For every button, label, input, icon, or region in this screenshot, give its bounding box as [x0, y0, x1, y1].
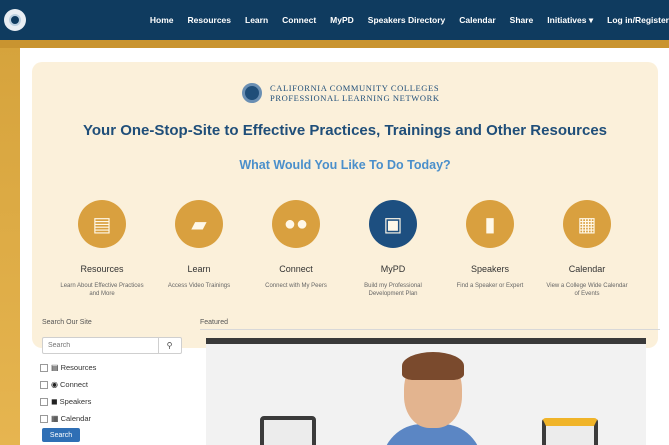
tile-label: MyPD	[380, 264, 406, 274]
tile-connect[interactable]: ●● Connect Connect with My Peers	[246, 200, 346, 290]
tile-label: Connect	[279, 264, 313, 274]
tile-label: Calendar	[568, 264, 606, 274]
nav-initiatives-dropdown[interactable]: Initiatives ▾	[547, 15, 593, 26]
filter-calendar[interactable]: ▦ Calendar	[40, 410, 180, 427]
main-nav: Home Resources Learn Connect MyPD Speake…	[150, 0, 669, 40]
hero-headline: Your One-Stop-Site to Effective Practice…	[82, 122, 608, 139]
tile-description: Find a Speaker or Expert	[456, 283, 524, 289]
nav-share[interactable]: Share	[510, 15, 534, 25]
tile-mypd[interactable]: ▣ MyPD Build my Professional Development…	[343, 200, 443, 298]
tile-description: Learn About Effective Practices and More	[60, 283, 144, 297]
book-icon: ▤	[78, 200, 126, 248]
hero-subhead: What Would You Like To Do Today?	[239, 158, 451, 172]
action-tiles: ▤ Resources Learn About Effective Practi…	[52, 200, 642, 340]
brand-lockup: CALIFORNIA COMMUNITY COLLEGES PROFESSION…	[242, 80, 482, 106]
filter-label: Connect	[59, 380, 88, 389]
nav-learn[interactable]: Learn	[245, 15, 268, 25]
nav-calendar[interactable]: Calendar	[459, 15, 495, 25]
graduation-cap-icon: ▰	[175, 200, 223, 248]
checkbox[interactable]	[40, 397, 48, 406]
presenter-hair	[402, 352, 464, 380]
device-illustration	[542, 418, 598, 445]
tile-calendar[interactable]: ▦ Calendar View a College Wide Calendar …	[537, 200, 637, 298]
nav-resources[interactable]: Resources	[188, 15, 231, 25]
briefcase-icon: ▣	[369, 200, 417, 248]
search-section-label: Search Our Site	[42, 319, 92, 326]
brand-line-1: CALIFORNIA COMMUNITY COLLEGES	[270, 83, 440, 93]
filter-label: Calendar	[60, 414, 91, 423]
nav-login-register[interactable]: Log in/Register	[607, 15, 669, 25]
featured-video[interactable]	[206, 338, 646, 445]
nav-mypd[interactable]: MyPD	[330, 15, 354, 25]
featured-divider	[200, 329, 660, 330]
tile-description: Build my Professional Development Plan	[364, 283, 422, 297]
tile-speakers[interactable]: ▮ Speakers Find a Speaker or Expert	[440, 200, 540, 290]
featured-section-label: Featured	[200, 319, 229, 326]
header-accent-strip	[0, 40, 669, 48]
nav-home[interactable]: Home	[150, 15, 174, 25]
site-search: ⚲	[42, 337, 182, 354]
hero-panel: CALIFORNIA COMMUNITY COLLEGES PROFESSION…	[32, 62, 658, 348]
tile-description: Access Video Trainings	[167, 283, 231, 289]
book-icon: ▤	[51, 363, 59, 372]
filter-speakers[interactable]: ◼ Speakers	[40, 393, 180, 410]
content-card: CALIFORNIA COMMUNITY COLLEGES PROFESSION…	[20, 48, 669, 445]
tile-learn[interactable]: ▰ Learn Access Video Trainings	[149, 200, 249, 290]
nav-connect[interactable]: Connect	[282, 15, 316, 25]
checkbox[interactable]	[40, 414, 48, 423]
filter-connect[interactable]: ◉ Connect	[40, 376, 180, 393]
nav-speakers-directory[interactable]: Speakers Directory	[368, 15, 446, 25]
filter-label: Resources	[60, 363, 97, 372]
tile-description: Connect with My Peers	[265, 283, 327, 289]
site-logo[interactable]	[4, 9, 26, 31]
tile-label: Speakers	[470, 264, 510, 274]
calendar-icon: ▦	[563, 200, 611, 248]
search-button[interactable]: Search	[42, 428, 80, 442]
tile-label: Learn	[187, 264, 211, 274]
tile-resources[interactable]: ▤ Resources Learn About Effective Practi…	[52, 200, 152, 298]
calendar-icon: ▦	[51, 414, 59, 423]
college-seal-icon	[242, 83, 262, 103]
filter-resources[interactable]: ▤ Resources	[40, 359, 180, 376]
search-icon[interactable]: ⚲	[158, 338, 180, 353]
tile-label: Resources	[80, 264, 124, 274]
filter-label: Speakers	[59, 397, 92, 406]
tile-description: View a College Wide Calendar of Events	[546, 283, 628, 297]
brand-line-2: PROFESSIONAL LEARNING NETWORK	[270, 93, 440, 103]
microphone-icon: ◼	[51, 397, 58, 406]
top-navbar: Home Resources Learn Connect MyPD Speake…	[0, 0, 669, 40]
checkbox[interactable]	[40, 363, 48, 372]
search-input[interactable]	[43, 342, 158, 349]
checkbox[interactable]	[40, 380, 48, 389]
device-illustration	[260, 416, 316, 445]
people-icon: ●●	[272, 200, 320, 248]
microphone-icon: ▮	[466, 200, 514, 248]
people-icon: ◉	[51, 380, 58, 389]
search-filter-list: ▤ Resources ◉ Connect ◼ Speakers ▦ Calen…	[40, 359, 180, 427]
